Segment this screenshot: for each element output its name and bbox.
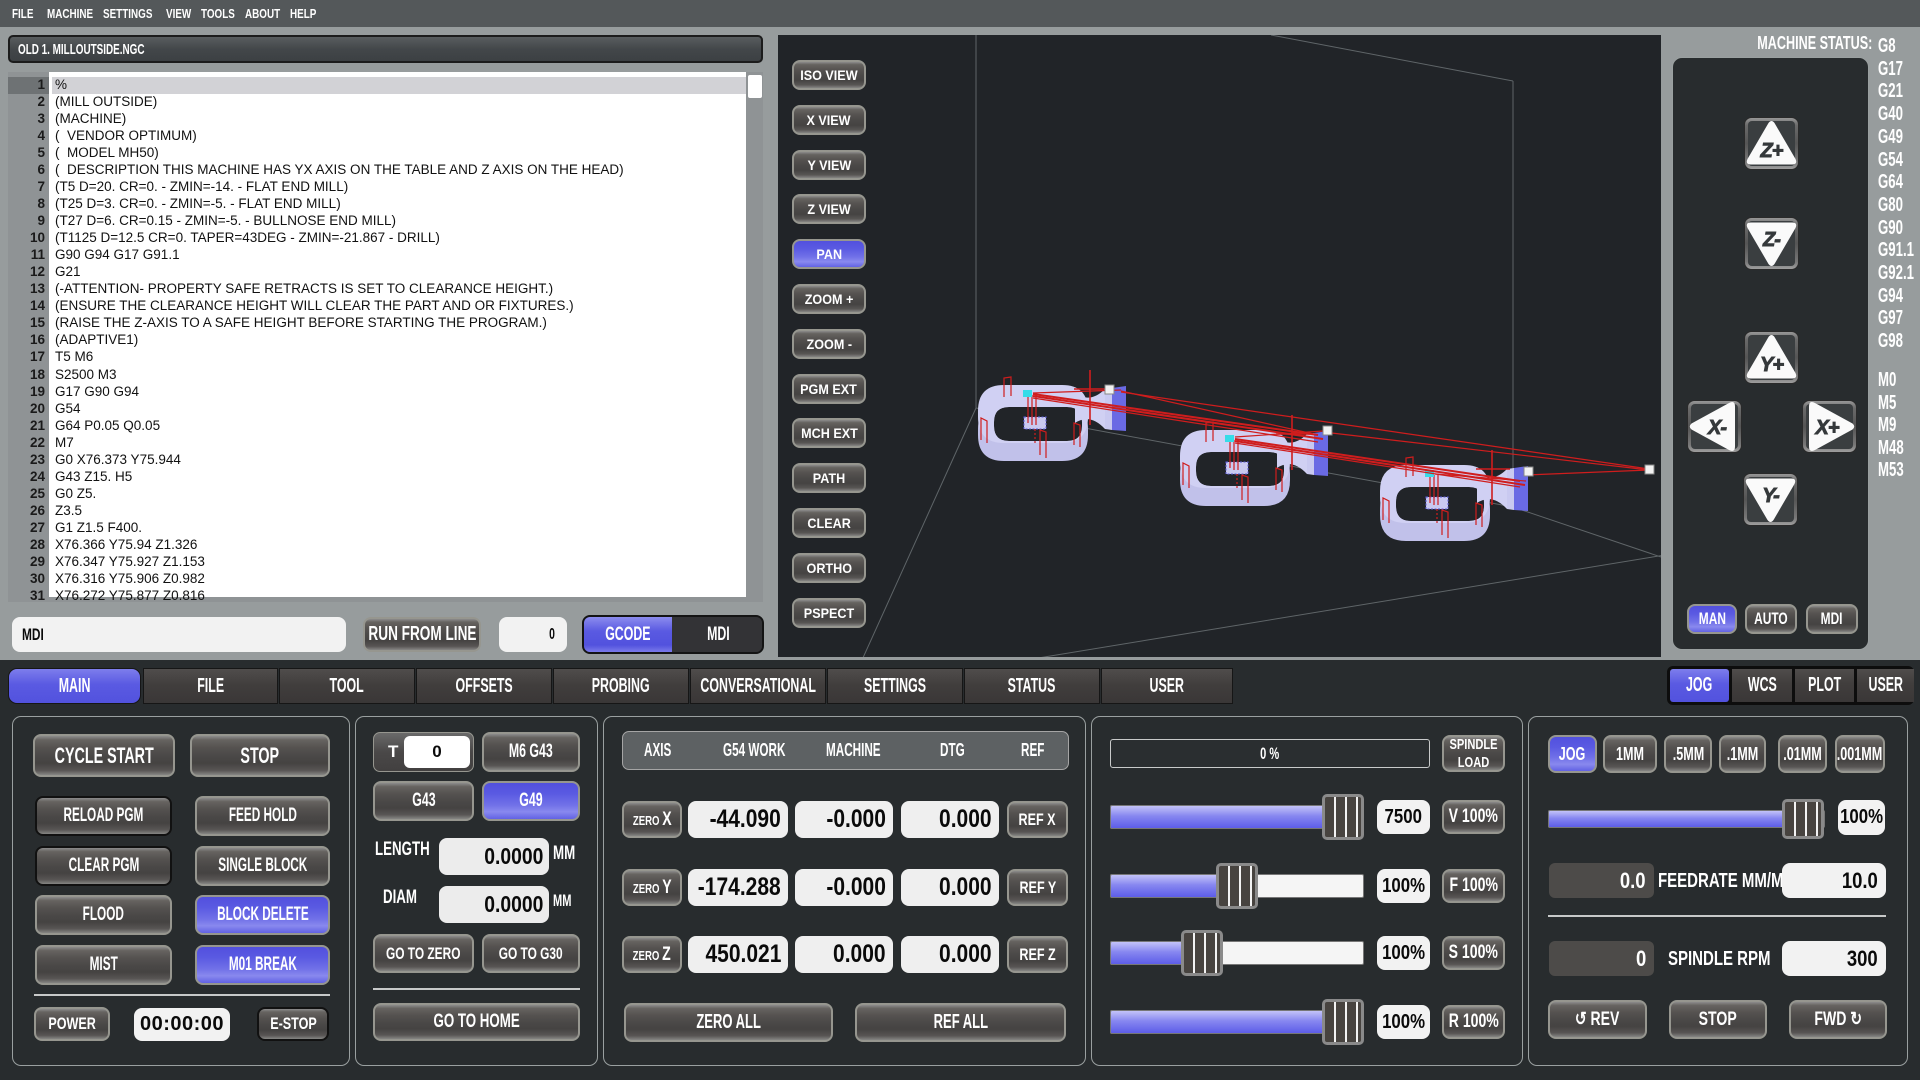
svg-text:Y+: Y+ [1760,354,1784,376]
svg-text:Z-: Z- [1762,229,1781,251]
svg-text:Z+: Z+ [1760,140,1784,162]
svg-text:X-: X- [1707,417,1727,439]
svg-text:Y-: Y- [1762,485,1780,507]
svg-text:X+: X+ [1814,417,1839,439]
